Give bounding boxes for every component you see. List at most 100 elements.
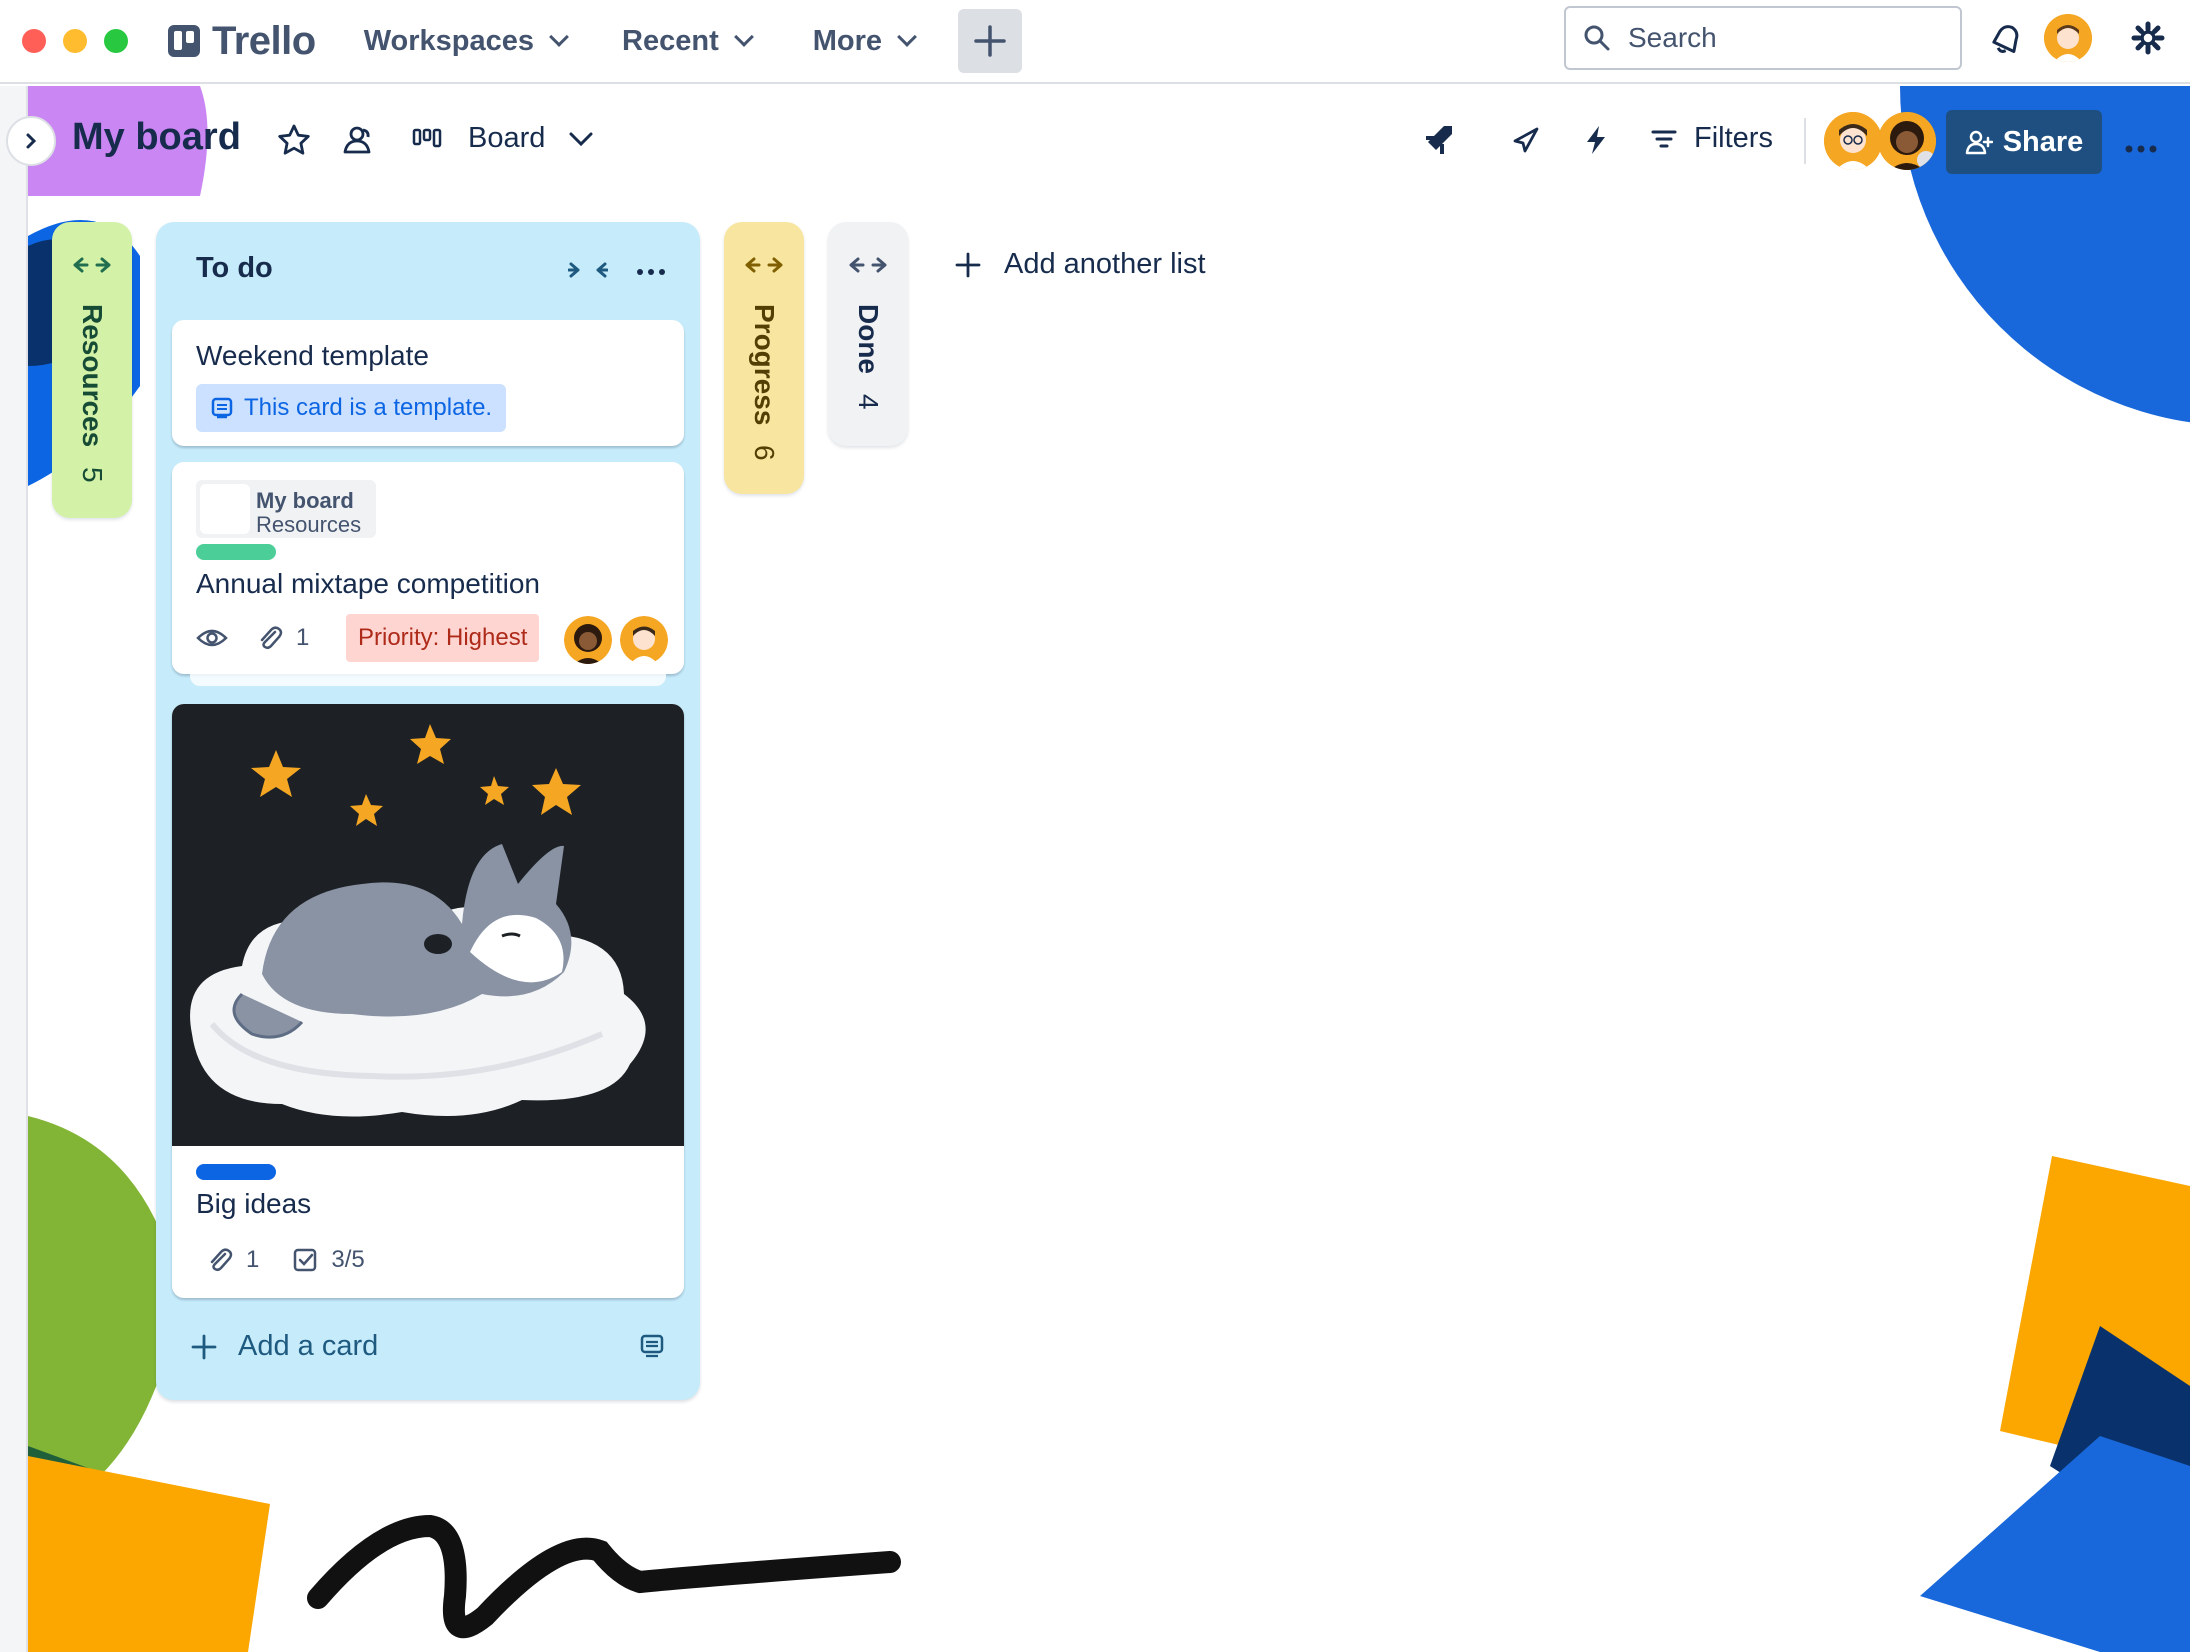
expand-arrows-icon[interactable] (744, 256, 784, 274)
chevron-right-icon (26, 133, 37, 149)
card-title: Weekend template (196, 340, 429, 371)
template-badge: This card is a template. (196, 384, 507, 432)
member-avatar-1[interactable] (1824, 112, 1882, 170)
share-button[interactable]: Share (1946, 110, 2102, 174)
watch-eye-icon (196, 629, 228, 647)
rocket-ship-icon (1426, 126, 1452, 154)
notifications-button[interactable] (1986, 18, 2026, 58)
card-label-blue[interactable] (196, 1164, 276, 1180)
list-progress-count: 6 (749, 445, 780, 461)
plus-icon (955, 252, 981, 277)
member-avatar-icon (1878, 112, 1936, 170)
automation-button[interactable] (1574, 118, 1618, 162)
priority-field-badge: Priority: Highest (346, 614, 540, 662)
star-icon (278, 124, 310, 155)
share-label: Share (2002, 125, 2084, 158)
trello-logo-icon (168, 25, 200, 57)
list-todo-title[interactable]: To do (196, 252, 273, 285)
more-menu[interactable]: More (812, 24, 917, 58)
card-badges: 1 3/5 (206, 1246, 365, 1274)
card-title: Annual mixtape competition (196, 568, 540, 599)
list-menu-ellipsis-icon[interactable] (636, 267, 666, 277)
zoom-window-button[interactable] (104, 29, 128, 53)
chevron-down-icon (569, 132, 593, 146)
attachment-count: 1 (296, 624, 310, 651)
member-avatar-icon (620, 616, 668, 664)
paperclip-icon (260, 626, 283, 650)
member-avatar-icon (564, 616, 612, 664)
search-field[interactable] (1564, 6, 1962, 70)
board-header: My board Board Filters Share (0, 86, 2190, 198)
user-avatar[interactable] (2044, 14, 2092, 62)
star-board-button[interactable] (274, 120, 314, 160)
expand-arrows-icon[interactable] (72, 256, 112, 274)
card-annual-mixtape[interactable]: My board Resources Annual mixtape compet… (172, 462, 684, 674)
app-name: Trello (212, 18, 316, 63)
card-member-avatar-2[interactable] (620, 616, 668, 664)
plus-icon (974, 25, 1006, 57)
card-member-avatar-1[interactable] (564, 616, 612, 664)
card-title: Big ideas (196, 1188, 312, 1219)
ellipsis-icon (2125, 145, 2157, 153)
window-controls (22, 29, 128, 53)
board-menu-button[interactable] (2124, 124, 2158, 163)
settings-button[interactable] (2128, 18, 2168, 58)
top-navigation-bar: Trello Workspaces Recent More (0, 0, 2190, 84)
add-person-icon (1965, 130, 1993, 155)
create-from-template-icon[interactable] (638, 1332, 666, 1360)
filter-icon (1651, 130, 1677, 147)
add-list-label: Add another list (1004, 248, 1206, 280)
list-todo: To do Weekend template This card is a te… (156, 222, 700, 1400)
chevron-down-icon (733, 27, 754, 47)
list-done-count: 4 (853, 393, 884, 410)
attachment-count: 1 (246, 1246, 260, 1273)
launch-button[interactable] (1504, 118, 1548, 162)
collapse-list-icon[interactable] (568, 260, 608, 280)
filters-label: Filters (1694, 122, 1773, 154)
expand-arrows-icon[interactable] (848, 256, 888, 274)
recent-label: Recent (622, 24, 719, 57)
list-resources-count: 5 (77, 466, 108, 483)
more-label: More (812, 24, 883, 57)
expand-sidebar-button[interactable] (6, 116, 56, 166)
user-avatar-icon (2044, 14, 2092, 62)
create-button[interactable] (958, 9, 1023, 73)
add-card-label: Add a card (238, 1330, 379, 1362)
trello-logo[interactable]: Trello (168, 19, 316, 64)
list-done-title: Done 4 (852, 304, 884, 409)
template-icon (211, 397, 233, 419)
search-input[interactable] (1628, 22, 1928, 54)
board-title[interactable]: My board (72, 116, 241, 159)
member-avatar-2[interactable] (1878, 112, 1936, 170)
chevron-down-icon (897, 27, 917, 47)
visibility-button[interactable] (338, 120, 378, 160)
board-view-switcher[interactable]: Board (412, 122, 595, 155)
close-window-button[interactable] (22, 29, 46, 53)
chevron-down-icon (549, 27, 569, 47)
mirror-board-name: My board (256, 488, 354, 513)
card-label-green[interactable] (196, 544, 276, 560)
workspaces-menu[interactable]: Workspaces (363, 24, 569, 58)
sleeping-husky-cover-image (172, 704, 684, 1146)
template-badge-text: This card is a template. (244, 394, 493, 421)
card-weekend-template[interactable]: Weekend template This card is a template… (172, 320, 684, 446)
list-resources-collapsed[interactable]: Resources 5 (52, 222, 132, 518)
recent-menu[interactable]: Recent (622, 24, 754, 58)
bell-icon (1992, 25, 2019, 54)
checklist-icon (294, 1248, 317, 1272)
add-card-button[interactable]: Add a card (190, 1330, 378, 1363)
power-ups-button[interactable] (1418, 118, 1462, 162)
list-progress-title: Progress 6 (748, 304, 780, 461)
lightning-icon (1587, 126, 1605, 154)
workspaces-label: Workspaces (363, 24, 535, 57)
list-progress-collapsed[interactable]: Progress 6 (724, 222, 804, 494)
add-list-button[interactable]: Add another list (954, 248, 1206, 281)
mirror-card-source[interactable]: My board Resources (196, 480, 376, 538)
minimize-window-button[interactable] (63, 29, 87, 53)
gear-icon (2131, 21, 2165, 55)
paperclip-icon (210, 1248, 233, 1272)
list-progress-name: Progress (749, 304, 780, 426)
card-big-ideas[interactable]: Big ideas 1 3/5 (172, 704, 684, 1298)
list-done-collapsed[interactable]: Done 4 (828, 222, 908, 446)
filters-button[interactable]: Filters (1650, 122, 1773, 155)
